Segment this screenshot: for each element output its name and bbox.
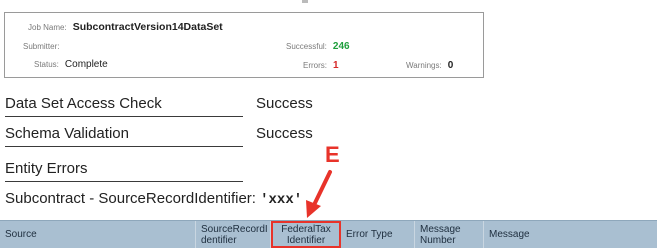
successful-row: Successful: 246 — [286, 41, 350, 52]
column-header-source-record-identifier[interactable]: SourceRecordI dentifier — [196, 221, 271, 248]
column-header-error-type[interactable]: Error Type — [341, 221, 415, 248]
warnings-label: Warnings: — [406, 61, 442, 70]
callout-letter: E — [325, 142, 340, 167]
access-check-status: Success — [256, 95, 313, 112]
job-name-value: SubcontractVersion14DataSet — [72, 21, 223, 33]
column-header-message-number[interactable]: Message Number — [415, 221, 484, 248]
errors-row: Errors: 1 — [303, 60, 339, 71]
job-name-label: Job Name: — [28, 23, 67, 32]
status-label: Status: — [34, 60, 59, 69]
column-header-message[interactable]: Message — [484, 221, 657, 248]
status-value: Complete — [64, 59, 108, 70]
warnings-count: 0 — [447, 60, 454, 71]
errors-label: Errors: — [303, 61, 327, 70]
record-subheading-prefix: Subcontract - SourceRecordIdentifier: — [5, 190, 261, 207]
successful-label: Successful: — [286, 42, 327, 51]
schema-validation-label: Schema Validation — [5, 125, 129, 142]
errors-table-header: Source SourceRecordI dentifier FederalTa… — [0, 220, 657, 248]
access-check-underline — [5, 116, 243, 117]
warnings-row: Warnings: 0 — [406, 60, 453, 71]
status-row: Status: Complete — [34, 59, 108, 70]
column-header-federal-tax-identifier[interactable]: FederalTax Identifier — [271, 221, 341, 248]
job-summary-panel: Job Name: SubcontractVersion14DataSet Su… — [4, 12, 484, 78]
submitter-row: Submitter: — [23, 42, 65, 51]
job-name-row: Job Name: SubcontractVersion14DataSet — [28, 21, 223, 33]
top-fragment — [302, 0, 308, 3]
access-check-label: Data Set Access Check — [5, 95, 162, 112]
record-identifier-value: 'xxx' — [260, 192, 303, 208]
column-header-source[interactable]: Source — [0, 221, 196, 248]
successful-count: 246 — [332, 41, 350, 52]
entity-errors-heading: Entity Errors — [5, 160, 88, 177]
record-subheading: Subcontract - SourceRecordIdentifier: 'x… — [5, 190, 302, 208]
schema-validation-status: Success — [256, 125, 313, 142]
errors-count: 1 — [333, 60, 339, 71]
schema-validation-underline — [5, 146, 243, 147]
submitter-label: Submitter: — [23, 42, 60, 51]
entity-errors-underline — [5, 181, 243, 182]
